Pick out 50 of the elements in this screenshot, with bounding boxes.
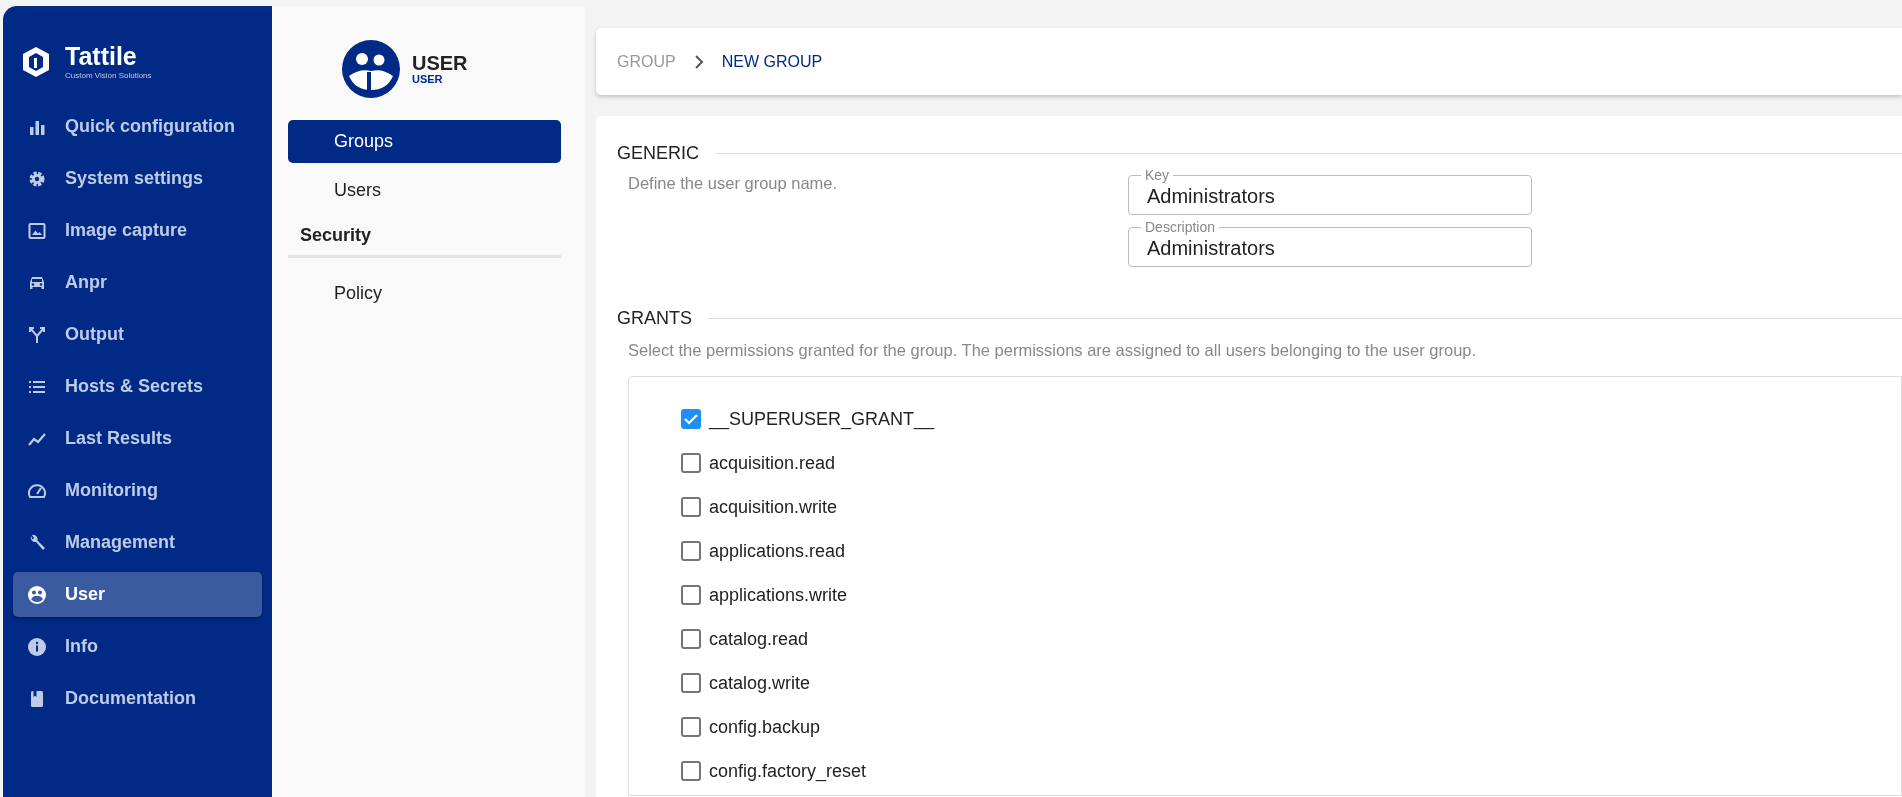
- sidebar-item[interactable]: System settings: [13, 156, 262, 201]
- checkbox-label: catalog.write: [709, 671, 811, 695]
- fork-arrow-icon: [27, 324, 47, 345]
- sidebar-item[interactable]: Anpr: [13, 260, 262, 305]
- checkbox-label: __SUPERUSER_GRANT__: [709, 407, 935, 432]
- breadcrumb-current: NEW GROUP: [721, 51, 823, 72]
- section-title: USER: [412, 52, 468, 73]
- submenu-item[interactable]: Users: [288, 169, 561, 212]
- section-title: GRANTS: [617, 306, 692, 330]
- sidebar-item[interactable]: Management: [13, 520, 262, 565]
- sidebar-item[interactable]: Image capture: [13, 208, 262, 253]
- submenu-heading: Security: [288, 218, 561, 258]
- section-title: GENERIC: [617, 142, 699, 165]
- sidebar-item[interactable]: Info: [13, 624, 262, 669]
- image-icon: [27, 220, 47, 241]
- logo[interactable]: Tattile Custom Vision Solutions: [13, 44, 262, 80]
- submenu-item[interactable]: Groups: [288, 120, 561, 163]
- text-field[interactable]: Key Administrators: [1128, 167, 1532, 215]
- group-icon: [27, 584, 47, 605]
- sidebar-item[interactable]: Documentation: [13, 676, 262, 721]
- sidebar-item[interactable]: Monitoring: [13, 468, 262, 513]
- checkbox[interactable]: [681, 673, 701, 694]
- checkbox[interactable]: [681, 629, 701, 650]
- checkbox[interactable]: [681, 541, 701, 562]
- sidebar-item[interactable]: User: [13, 572, 262, 617]
- sidebar-item[interactable]: Hosts & Secrets: [13, 364, 262, 409]
- submenu-item[interactable]: Policy: [288, 272, 561, 315]
- checkbox-label: catalog.read: [709, 627, 809, 651]
- checkbox[interactable]: [681, 717, 701, 738]
- group-avatar-icon: [342, 40, 400, 98]
- sidebar-item[interactable]: Last Results: [13, 416, 262, 461]
- checkbox-label: acquisition.read: [709, 451, 836, 475]
- checkbox[interactable]: [681, 409, 701, 430]
- checkbox-label: config.factory_reset: [709, 759, 867, 784]
- checkbox-label: applications.write: [709, 583, 848, 607]
- section-description: Select the permissions granted for the group. The permissions are assigned to all users belonging to the user group.: [627, 339, 1478, 361]
- checkbox[interactable]: [681, 585, 701, 606]
- section-subtitle: USER: [412, 72, 444, 86]
- chevron-right-icon: [693, 54, 704, 69]
- checkbox[interactable]: [681, 497, 701, 518]
- checkbox[interactable]: [681, 761, 701, 782]
- checkbox[interactable]: [681, 453, 701, 474]
- section-description: Define the user group name.: [627, 173, 839, 194]
- checkbox-label: config.backup: [709, 715, 821, 739]
- sidebar-item[interactable]: Quick configuration: [13, 104, 262, 149]
- checkbox-label: acquisition.write: [709, 495, 838, 519]
- sidebar-item[interactable]: Output: [13, 312, 262, 357]
- checkbox-label: applications.read: [709, 539, 846, 563]
- info-icon: [27, 636, 47, 657]
- text-field[interactable]: Description Administrators: [1128, 218, 1532, 267]
